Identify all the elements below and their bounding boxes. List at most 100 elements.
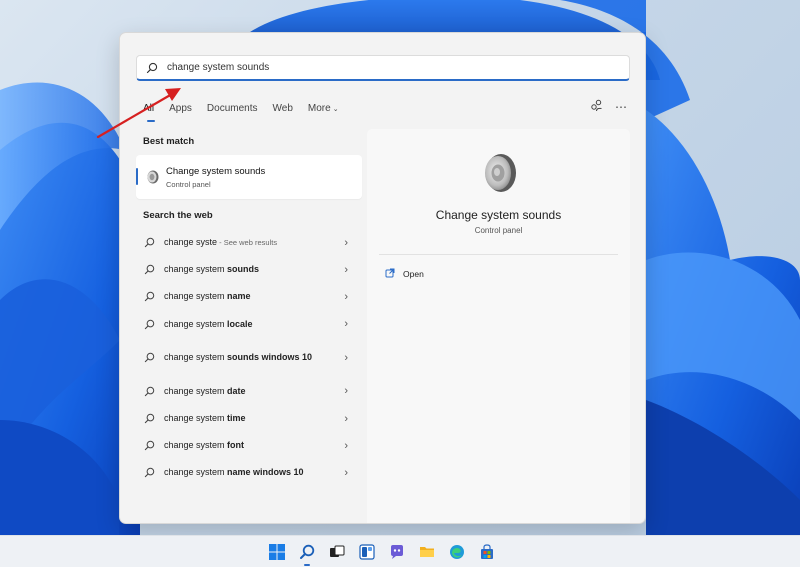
web-suggestion[interactable]: change syste - See web results › bbox=[136, 229, 362, 256]
search-web-heading: Search the web bbox=[143, 210, 213, 221]
chevron-right-icon: › bbox=[344, 466, 348, 479]
web-suggestion[interactable]: change system name windows 10 › bbox=[136, 459, 362, 486]
search-input[interactable] bbox=[167, 56, 607, 79]
tab-all[interactable]: All bbox=[143, 99, 156, 122]
chevron-right-icon: › bbox=[344, 351, 348, 364]
chevron-down-icon: ⌄ bbox=[332, 106, 339, 113]
web-suggestion[interactable]: change system font › bbox=[136, 432, 362, 459]
suggestion-completion: sounds windows 10 bbox=[227, 352, 313, 363]
selection-indicator bbox=[136, 168, 138, 185]
suggestion-prefix: change system bbox=[164, 385, 228, 396]
search-icon bbox=[144, 264, 164, 275]
suggestion-label: change system name windows 10 bbox=[164, 466, 340, 479]
start-button[interactable] bbox=[266, 541, 288, 563]
web-suggestion[interactable]: change system time › bbox=[136, 405, 362, 432]
suggestion-prefix: change system bbox=[164, 413, 228, 424]
tab-documents[interactable]: Documents bbox=[207, 99, 258, 119]
search-icon bbox=[144, 413, 164, 424]
suggestion-label: change system font bbox=[164, 439, 340, 452]
detail-title: Change system sounds bbox=[435, 208, 562, 222]
edge-browser-button[interactable] bbox=[446, 541, 468, 563]
open-action[interactable]: Open bbox=[385, 268, 424, 280]
widgets-icon bbox=[359, 544, 375, 560]
best-match-result[interactable]: Change system sounds Control panel bbox=[136, 155, 362, 199]
people-share-icon[interactable] bbox=[590, 99, 603, 115]
suggestion-label: change system time bbox=[164, 412, 340, 425]
best-match-heading: Best match bbox=[143, 136, 195, 147]
search-icon bbox=[137, 56, 167, 79]
chevron-right-icon: › bbox=[344, 290, 348, 303]
suggestion-label: change system name bbox=[164, 290, 340, 303]
task-view-icon bbox=[330, 545, 345, 557]
search-icon bbox=[144, 467, 164, 478]
web-suggestion[interactable]: change system locale › bbox=[136, 311, 362, 338]
search-icon bbox=[144, 237, 164, 248]
suggestion-completion: date bbox=[227, 385, 246, 396]
best-match-text: Change system sounds Control panel bbox=[166, 166, 265, 189]
speaker-icon bbox=[477, 151, 519, 200]
tab-more[interactable]: More ⌄ bbox=[308, 99, 339, 119]
web-suggestion[interactable]: change system date › bbox=[136, 378, 362, 405]
chevron-right-icon: › bbox=[344, 439, 348, 452]
speaker-icon bbox=[138, 169, 166, 185]
suggestion-prefix: change system bbox=[164, 291, 228, 302]
search-icon bbox=[300, 544, 315, 559]
suggestion-label: change system locale bbox=[164, 318, 340, 331]
chat-icon bbox=[391, 545, 403, 559]
suggestion-label: change system date bbox=[164, 385, 340, 398]
suggestion-text: change syste bbox=[164, 237, 218, 248]
suggestion-completion: sounds bbox=[227, 264, 260, 275]
windows-logo-icon bbox=[269, 544, 285, 560]
suggestion-completion: time bbox=[227, 413, 246, 424]
detail-divider bbox=[379, 254, 618, 255]
open-external-icon bbox=[385, 268, 395, 280]
suggestion-label: change system sounds windows 10 bbox=[164, 351, 340, 364]
web-suggestion[interactable]: change system sounds windows 10 › bbox=[136, 338, 362, 378]
task-view-button[interactable] bbox=[326, 541, 348, 563]
widgets-button[interactable] bbox=[356, 541, 378, 563]
web-suggestions: change syste - See web results › change … bbox=[136, 229, 362, 487]
open-label: Open bbox=[403, 269, 424, 279]
best-match-title: Change system sounds bbox=[166, 165, 266, 177]
suggestion-prefix: change system bbox=[164, 264, 228, 275]
suggestion-prefix: change system bbox=[164, 318, 228, 329]
store-bag-icon bbox=[481, 544, 493, 559]
suggestion-label: change syste - See web results bbox=[164, 236, 340, 249]
search-icon bbox=[144, 291, 164, 302]
taskbar-icons bbox=[266, 541, 498, 566]
store-button[interactable] bbox=[476, 541, 498, 563]
detail-subtitle: Control panel bbox=[474, 226, 523, 235]
suggestion-completion: locale bbox=[227, 318, 253, 329]
edge-icon bbox=[450, 545, 464, 559]
tab-more-label: More bbox=[307, 103, 331, 114]
suggestion-label: change system sounds bbox=[164, 263, 340, 276]
tab-web[interactable]: Web bbox=[273, 99, 293, 119]
results-column: Best match Change system sounds Control … bbox=[136, 129, 362, 487]
web-suggestion[interactable]: change system name › bbox=[136, 283, 362, 310]
taskbar bbox=[0, 535, 800, 567]
file-explorer-button[interactable] bbox=[416, 541, 438, 563]
chevron-right-icon: › bbox=[344, 318, 348, 331]
web-suggestion[interactable]: change system sounds › bbox=[136, 256, 362, 283]
suggestion-prefix: change system bbox=[164, 352, 228, 363]
suggestion-completion: name windows 10 bbox=[227, 467, 304, 478]
tab-apps[interactable]: Apps bbox=[169, 99, 192, 119]
search-icon bbox=[144, 319, 164, 330]
folder-icon bbox=[420, 547, 434, 557]
filter-tabs: All Apps Documents Web More ⌄ bbox=[143, 99, 354, 122]
chevron-right-icon: › bbox=[344, 385, 348, 398]
search-panel: All Apps Documents Web More⌄ ⋯ Best matc… bbox=[119, 32, 646, 524]
search-icon bbox=[144, 386, 164, 397]
ellipsis-icon[interactable]: ⋯ bbox=[615, 100, 627, 114]
chevron-right-icon: › bbox=[344, 412, 348, 425]
suggestion-hint: - See web results bbox=[217, 238, 278, 248]
panel-tools: ⋯ bbox=[590, 97, 627, 117]
taskbar-search-button[interactable] bbox=[296, 541, 318, 566]
search-icon bbox=[144, 440, 164, 451]
suggestion-prefix: change system bbox=[164, 440, 228, 451]
suggestion-completion: name bbox=[227, 291, 251, 302]
suggestion-completion: font bbox=[227, 440, 245, 451]
chat-button[interactable] bbox=[386, 541, 408, 563]
search-box[interactable] bbox=[136, 55, 630, 81]
suggestion-prefix: change system bbox=[164, 467, 228, 478]
